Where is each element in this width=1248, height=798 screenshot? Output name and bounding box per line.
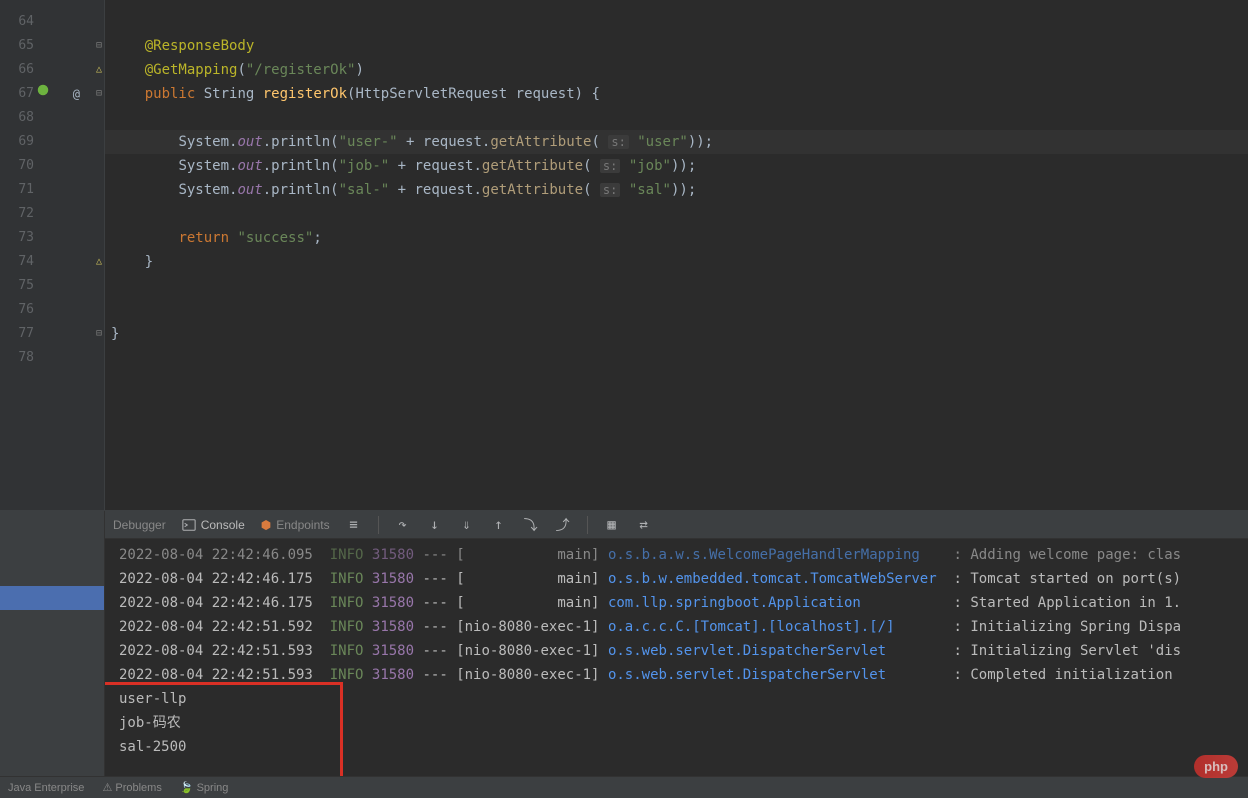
line-number: 72 <box>0 202 104 226</box>
trace-icon[interactable]: ⇄ <box>636 517 652 533</box>
line-number: 66△ <box>0 58 104 82</box>
spring-bean-icon[interactable] <box>36 82 50 106</box>
log-line: 2022-08-04 22:42:51.592 INFO 31580 --- [… <box>119 615 1248 639</box>
evaluate-icon[interactable]: ▦ <box>604 517 620 533</box>
line-number: 67 @ ⊟ <box>0 82 104 106</box>
log-line: 2022-08-04 22:42:51.593 INFO 31580 --- [… <box>119 639 1248 663</box>
stdout-line: job-码农 <box>119 711 1248 735</box>
fold-icon[interactable]: ⊟ <box>96 34 102 58</box>
line-number: 73 <box>0 226 104 250</box>
debug-sidebar <box>0 511 105 798</box>
annotation: @ResponseBody <box>145 38 255 54</box>
log-line: 2022-08-04 22:42:46.175 INFO 31580 --- [… <box>119 591 1248 615</box>
watermark-badge: php <box>1194 755 1238 778</box>
method-name: registerOk <box>263 86 347 102</box>
drop-frame-icon[interactable]: ⤴ <box>555 517 571 533</box>
tab-debugger[interactable]: Debugger <box>113 518 166 532</box>
editor-area: 64 65⊟ 66△ 67 @ ⊟ 68 69 70 71 72 73 74△ … <box>0 0 1248 510</box>
fold-end-icon[interactable]: ⊟ <box>96 322 102 346</box>
step-out-icon[interactable]: ↑ <box>491 517 507 533</box>
endpoints-icon: ⬢ <box>261 518 271 532</box>
debug-toolbar: Debugger Console ⬢ Endpoints ≡ ↷ ↓ ⇓ ↑ ⤵… <box>105 511 1248 539</box>
menu-icon[interactable]: ≡ <box>346 517 362 533</box>
line-number: 74△ <box>0 250 104 274</box>
editor-gutter: 64 65⊟ 66△ 67 @ ⊟ 68 69 70 71 72 73 74△ … <box>0 0 105 510</box>
status-bar: Java Enterprise ⚠ Problems 🍃 Spring <box>0 776 1248 798</box>
line-number: 69 <box>0 130 104 154</box>
sidebar-selection[interactable] <box>0 586 104 610</box>
param-hint: s: <box>608 135 628 149</box>
line-number: 76 <box>0 298 104 322</box>
step-into-icon[interactable]: ↓ <box>427 517 443 533</box>
line-number: 71 <box>0 178 104 202</box>
log-line: 2022-08-04 22:42:51.593 INFO 31580 --- [… <box>119 663 1248 687</box>
line-number: 77⊟ <box>0 322 104 346</box>
force-step-into-icon[interactable]: ⇓ <box>459 517 475 533</box>
line-number: 70 <box>0 154 104 178</box>
stdout-line: sal-2500 <box>119 735 1248 759</box>
bookmark-icon[interactable]: △ <box>96 58 102 82</box>
stdout-line: user-llp <box>119 687 1248 711</box>
param-hint: s: <box>600 159 620 173</box>
line-number: 65⊟ <box>0 34 104 58</box>
current-line: System.out.println("user-" + request.get… <box>105 130 1248 154</box>
tab-endpoints[interactable]: ⬢ Endpoints <box>261 518 330 532</box>
line-number: 68 <box>0 106 104 130</box>
separator <box>587 516 588 534</box>
run-to-cursor-icon[interactable]: ⤵ <box>523 517 539 533</box>
keyword-public: public <box>145 86 196 102</box>
annotation: @GetMapping <box>145 62 238 78</box>
code-area[interactable]: @ResponseBody @GetMapping("/registerOk")… <box>105 0 1248 510</box>
debug-panel: Debugger Console ⬢ Endpoints ≡ ↷ ↓ ⇓ ↑ ⤵… <box>0 510 1248 798</box>
fold-icon[interactable]: ⊟ <box>96 82 102 106</box>
status-problems[interactable]: ⚠ Problems <box>102 781 161 794</box>
fold-end-icon[interactable]: △ <box>96 250 102 274</box>
param-hint: s: <box>600 183 620 197</box>
line-number: 75 <box>0 274 104 298</box>
status-java-enterprise[interactable]: Java Enterprise <box>8 782 84 794</box>
console-output[interactable]: 2022-08-04 22:42:46.095 INFO 31580 --- [… <box>105 539 1248 798</box>
line-number: 78 <box>0 346 104 370</box>
override-icon[interactable]: @ <box>73 82 80 106</box>
tab-console[interactable]: Console <box>182 518 245 532</box>
step-over-icon[interactable]: ↷ <box>395 517 411 533</box>
log-line: 2022-08-04 22:42:46.095 INFO 31580 --- [… <box>119 543 1248 567</box>
separator <box>378 516 379 534</box>
console-icon <box>182 518 196 532</box>
status-spring[interactable]: 🍃 Spring <box>180 781 229 794</box>
keyword-return: return <box>178 230 229 246</box>
log-line: 2022-08-04 22:42:46.175 INFO 31580 --- [… <box>119 567 1248 591</box>
line-number: 64 <box>0 10 104 34</box>
